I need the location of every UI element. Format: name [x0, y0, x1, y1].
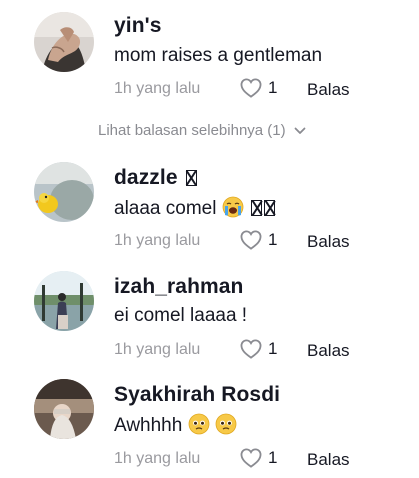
avatar[interactable]: [34, 12, 94, 72]
comment-time: 1h yang lalu: [114, 341, 201, 358]
comment-username[interactable]: dazzle: [114, 166, 197, 190]
reply-button[interactable]: Balas: [307, 232, 350, 252]
avatar[interactable]: [34, 162, 94, 222]
like-button[interactable]: 1: [240, 230, 277, 250]
chevron-down-icon: [294, 127, 306, 134]
missing-glyph-icon: [185, 170, 197, 186]
reply-button[interactable]: Balas: [307, 80, 350, 100]
avatar-person-outdoor-photo: [34, 271, 94, 331]
heart-icon: [240, 339, 262, 359]
missing-glyph-icon: [264, 200, 276, 216]
heart-icon: [240, 230, 262, 250]
like-button[interactable]: 1: [240, 78, 277, 98]
missing-glyph-icon: [251, 200, 263, 216]
loudly-crying-face-emoji: [222, 196, 244, 218]
avatar-hand-photo: [34, 12, 94, 72]
like-button[interactable]: 1: [240, 448, 277, 468]
like-count: 1: [268, 230, 278, 249]
avatar-plush-photo: [34, 162, 94, 222]
pleading-face-emoji: [188, 413, 210, 435]
comment-text-body: Awhhhh: [114, 415, 183, 436]
reply-button[interactable]: Balas: [307, 450, 350, 470]
reply-button[interactable]: Balas: [307, 341, 350, 361]
like-button[interactable]: 1: [240, 339, 277, 359]
comment-text-body: alaaa comel: [114, 198, 217, 219]
heart-icon: [240, 448, 262, 468]
comment-username[interactable]: yin's: [114, 14, 162, 38]
pleading-face-emoji: [215, 413, 237, 435]
view-more-replies[interactable]: Lihat balasan selebihnya (1): [98, 122, 306, 139]
comment-text: ei comel laaaa !: [114, 305, 248, 326]
like-count: 1: [268, 339, 278, 358]
comment-time: 1h yang lalu: [114, 80, 201, 97]
comment-text: alaaa comel: [114, 196, 276, 220]
avatar[interactable]: [34, 379, 94, 439]
comment-text: Awhhhh: [114, 413, 237, 437]
comment-username[interactable]: Syakhirah Rosdi: [114, 383, 280, 407]
avatar-person-hijab-photo: [34, 379, 94, 439]
like-count: 1: [268, 78, 278, 97]
view-more-replies-label: Lihat balasan selebihnya (1): [98, 122, 286, 139]
comment-time: 1h yang lalu: [114, 232, 201, 249]
heart-icon: [240, 78, 262, 98]
comment-username[interactable]: izah_rahman: [114, 275, 243, 299]
like-count: 1: [268, 448, 278, 467]
avatar[interactable]: [34, 271, 94, 331]
comment-username-text: dazzle: [114, 166, 178, 189]
comment-time: 1h yang lalu: [114, 450, 201, 467]
comment-text: mom raises a gentleman: [114, 45, 323, 66]
